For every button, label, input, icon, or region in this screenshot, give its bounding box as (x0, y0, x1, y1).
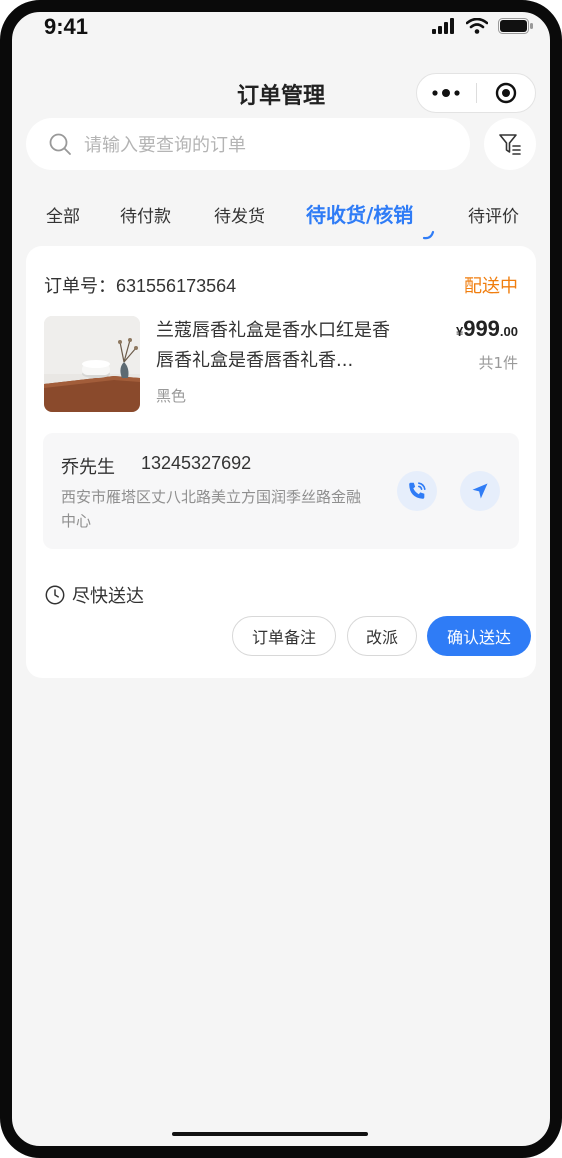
customer-address: 西安市雁塔区丈八北路美立方国润季丝路金融中心 (61, 488, 362, 530)
reassign-button[interactable]: 改派 (347, 616, 417, 656)
price-decimal: .00 (499, 324, 518, 339)
clock-icon (45, 585, 65, 605)
nav-bar: 订单管理 (12, 64, 550, 124)
tab-pending-shipment[interactable]: 待发货 (214, 202, 265, 227)
search-bar[interactable]: 请输入要查询的订单 (26, 118, 470, 170)
customer-phone: 13245327692 (141, 453, 252, 473)
signal-icon (432, 18, 454, 34)
tab-pending-receipt[interactable]: 待收货/核销 (306, 199, 413, 228)
mini-program-capsule (416, 73, 536, 113)
status-icons (432, 18, 534, 34)
product-quantity: 共1件 (478, 354, 518, 372)
status-bar: 9:41 (12, 12, 550, 56)
order-note-button[interactable]: 订单备注 (232, 616, 336, 656)
price-currency: ¥ (455, 324, 464, 339)
tab-pending-review[interactable]: 待评价 (468, 202, 519, 227)
search-placeholder: 请输入要查询的订单 (84, 135, 246, 156)
confirm-delivery-button[interactable]: 确认送达 (427, 616, 531, 656)
more-button[interactable] (417, 74, 476, 112)
filter-icon (499, 134, 521, 155)
price-integer: 999 (463, 316, 500, 341)
order-number: 订单号：631556173564 (44, 272, 236, 298)
close-button[interactable] (477, 74, 536, 112)
home-indicator (172, 1132, 368, 1136)
customer-name: 乔先生 (61, 457, 115, 478)
phone-icon (409, 482, 426, 499)
order-number-label: 订单号： (44, 276, 116, 297)
battery-icon (498, 18, 533, 34)
filter-button[interactable] (484, 118, 536, 170)
more-icon (432, 89, 460, 97)
customer-address-box: 乔先生 13245327692 西安市雁塔区丈八北路美立方国润季丝路金融中心 (43, 433, 519, 549)
navigate-button[interactable] (460, 471, 500, 511)
order-status-badge: 配送中 (464, 276, 518, 297)
order-card[interactable]: 订单号：631556173564 配送中 兰蔻唇香礼盒是香水口红是香唇香礼盒是香 (26, 246, 536, 678)
phone-frame: 9:41 订单管理 请输入要查询的订单 全部 待付款 待发货 待收货/核销 待评… (0, 0, 562, 1158)
order-status-tabs: 全部 待付款 待发货 待收货/核销 待评价 (12, 198, 550, 242)
status-time: 9:41 (44, 14, 89, 39)
call-button[interactable] (397, 471, 437, 511)
search-icon (49, 133, 71, 155)
product-image (44, 316, 140, 412)
tab-pending-payment[interactable]: 待付款 (120, 202, 171, 227)
active-tab-indicator (422, 230, 435, 240)
delivery-time-label: 尽快送达 (72, 586, 144, 607)
close-target-icon (495, 82, 516, 104)
order-number-value: 631556173564 (116, 276, 237, 296)
product-price: ¥999.00 (456, 316, 518, 342)
product-variant: 黑色 (156, 387, 187, 405)
delivery-time: 尽快送达 (44, 582, 144, 608)
navigate-icon (472, 483, 488, 499)
wifi-icon (466, 18, 488, 34)
tab-all[interactable]: 全部 (46, 202, 80, 227)
product-name: 兰蔻唇香礼盒是香水口红是香唇香礼盒是香唇香礼香... (156, 320, 390, 371)
